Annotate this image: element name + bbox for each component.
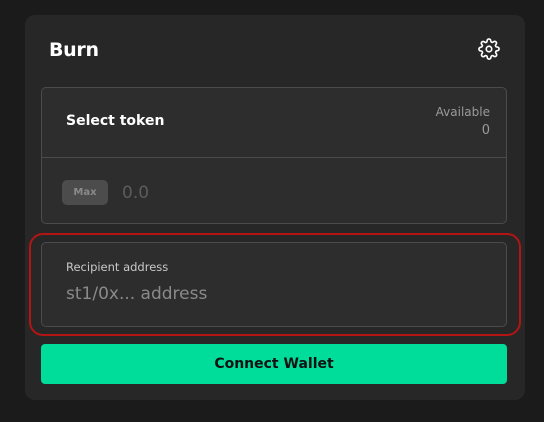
max-button[interactable]: Max: [62, 180, 108, 205]
available-balance: 0: [481, 123, 490, 138]
token-selector-row: Select token Available 0: [42, 88, 506, 158]
page-title: Burn: [49, 39, 99, 61]
select-token-button[interactable]: Select token: [66, 113, 164, 129]
settings-button[interactable]: [477, 38, 501, 64]
recipient-address-input[interactable]: [66, 281, 486, 307]
token-panel: Select token Available 0 Max: [41, 87, 507, 224]
burn-card: Burn Select token Available 0 Max Recipi…: [25, 15, 525, 400]
page: Burn Select token Available 0 Max Recipi…: [0, 0, 544, 422]
amount-input[interactable]: [122, 178, 482, 208]
gear-icon: [478, 38, 500, 64]
recipient-field: Recipient address: [41, 242, 507, 327]
available-label: Available: [435, 105, 490, 119]
connect-wallet-button[interactable]: Connect Wallet: [41, 344, 507, 384]
recipient-label: Recipient address: [66, 260, 169, 274]
